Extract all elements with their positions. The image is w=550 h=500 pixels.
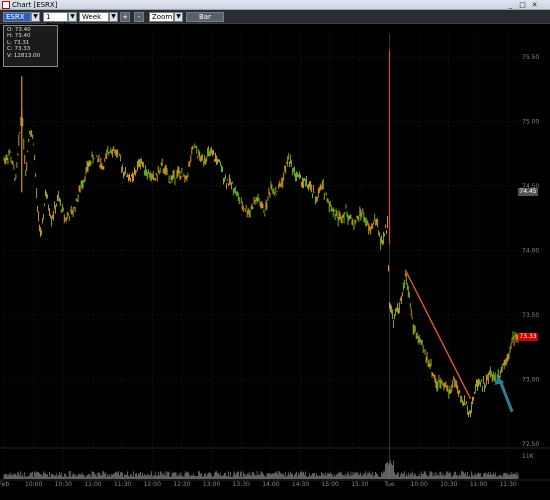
prev-price-flag: 74.45: [518, 188, 538, 197]
x-tick-label: 12:00: [144, 481, 161, 488]
x-tick-label: 11:00: [84, 481, 101, 488]
close-button[interactable]: ✕: [530, 1, 539, 9]
app-icon: [2, 1, 10, 9]
ohlc-info-box: O: 73.40 H: 73.40 L: 73.31 C: 73.33 V: 1…: [3, 25, 58, 67]
maximize-button[interactable]: □: [518, 1, 527, 9]
y-tick-label: 74.00: [522, 247, 539, 254]
volume-scale-label: 11K: [522, 453, 535, 460]
x-tick-label: Feb: [0, 481, 10, 488]
chart-background: [0, 24, 550, 500]
x-tick-label: 10:30: [440, 481, 457, 488]
x-tick-label: 10:00: [411, 481, 428, 488]
x-tick-label: Tue: [383, 481, 395, 488]
x-tick-label: 11:30: [499, 481, 516, 488]
range-dropdown-icon[interactable]: ▼: [109, 12, 118, 22]
interval-select[interactable]: 1 minute: [43, 12, 71, 29]
y-tick-label: 73.00: [522, 376, 539, 383]
x-tick-label: 10:30: [55, 481, 72, 488]
chart-toolbar: ESRX ▼ 1 minute ▼ Week ▼ + - Zoom ▼ Bar: [0, 10, 550, 29]
x-tick-label: 14:00: [262, 481, 279, 488]
y-tick-label: 73.50: [522, 312, 539, 319]
y-tick-label: 75.50: [522, 54, 539, 61]
zoom-mode-select[interactable]: Zoom: [149, 12, 174, 22]
x-tick-label: 13:00: [203, 481, 220, 488]
last-price-flag: 73.33: [518, 332, 538, 341]
price-chart[interactable]: 75.5075.0074.5074.0073.5073.0072.5011K F…: [0, 24, 550, 500]
symbol-dropdown-icon[interactable]: ▼: [31, 12, 40, 22]
chart-type-button[interactable]: Bar: [186, 12, 224, 22]
x-tick-label: 13:30: [233, 481, 250, 488]
x-tick-label: 11:00: [470, 481, 487, 488]
info-volume: V: 12813.00: [7, 52, 41, 59]
x-tick-label: 10:00: [25, 481, 42, 488]
y-tick-label: 72.50: [522, 441, 539, 448]
x-tick-label: 11:30: [114, 481, 131, 488]
x-tick-label: 15:30: [351, 481, 368, 488]
x-tick-label: 15:00: [322, 481, 339, 488]
symbol-input[interactable]: ESRX: [3, 12, 31, 22]
minimize-button[interactable]: _: [506, 1, 515, 9]
zoom-mode-dropdown-icon[interactable]: ▼: [174, 12, 183, 22]
x-tick-label: 14:30: [292, 481, 309, 488]
x-tick-label: 12:30: [173, 481, 190, 488]
window-title: Chart [ESRX]: [12, 1, 58, 9]
range-select[interactable]: Week: [79, 12, 109, 22]
y-tick-label: 75.00: [522, 118, 539, 125]
zoom-in-button[interactable]: +: [120, 12, 130, 22]
window-titlebar: Chart [ESRX] _ □ ✕: [0, 0, 550, 10]
zoom-out-button[interactable]: -: [134, 12, 144, 22]
interval-dropdown-icon[interactable]: ▼: [68, 12, 77, 22]
